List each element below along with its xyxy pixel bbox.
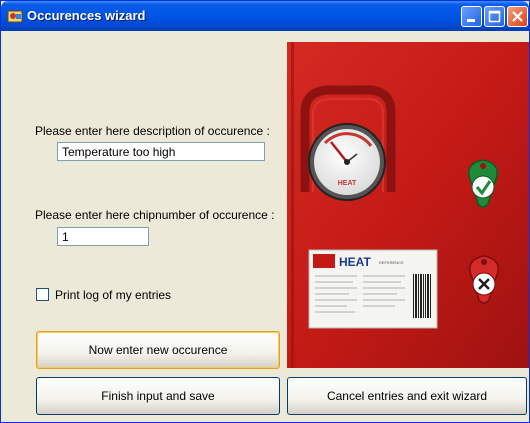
print-log-label: Print log of my entries (55, 288, 172, 302)
gauge-brand: HEAT (338, 180, 357, 187)
wizard-window: Occurences wizard Please enter here desc… (0, 0, 530, 423)
close-icon (512, 11, 523, 22)
chip-input[interactable]: 1 (57, 227, 149, 246)
window-title: Occurences wizard (27, 8, 146, 23)
close-button[interactable] (507, 6, 528, 27)
chip-label: Please enter here chipnumber of occurenc… (35, 208, 275, 222)
finish-save-button[interactable]: Finish input and save (36, 377, 280, 415)
cancel-exit-button[interactable]: Cancel entries and exit wizard (287, 377, 527, 415)
minimize-icon (467, 19, 475, 22)
maximize-button[interactable] (484, 6, 505, 27)
wizard-content: Please enter here description of occuren… (5, 31, 529, 420)
description-label: Please enter here description of occuren… (35, 124, 270, 138)
new-occurence-button[interactable]: Now enter new occurence (36, 331, 280, 369)
minimize-button[interactable] (461, 6, 482, 27)
plate-sub: REFERENCE (379, 260, 404, 265)
print-log-checkbox[interactable] (36, 288, 49, 301)
plate-brand: HEAT (339, 255, 371, 269)
app-icon (7, 10, 23, 23)
description-input[interactable]: Temperature too high (57, 142, 265, 161)
maximize-icon (488, 10, 501, 23)
title-bar[interactable]: Occurences wizard (1, 1, 529, 31)
boiler-photo: HEAT HEAT REFERENCE (287, 42, 529, 368)
